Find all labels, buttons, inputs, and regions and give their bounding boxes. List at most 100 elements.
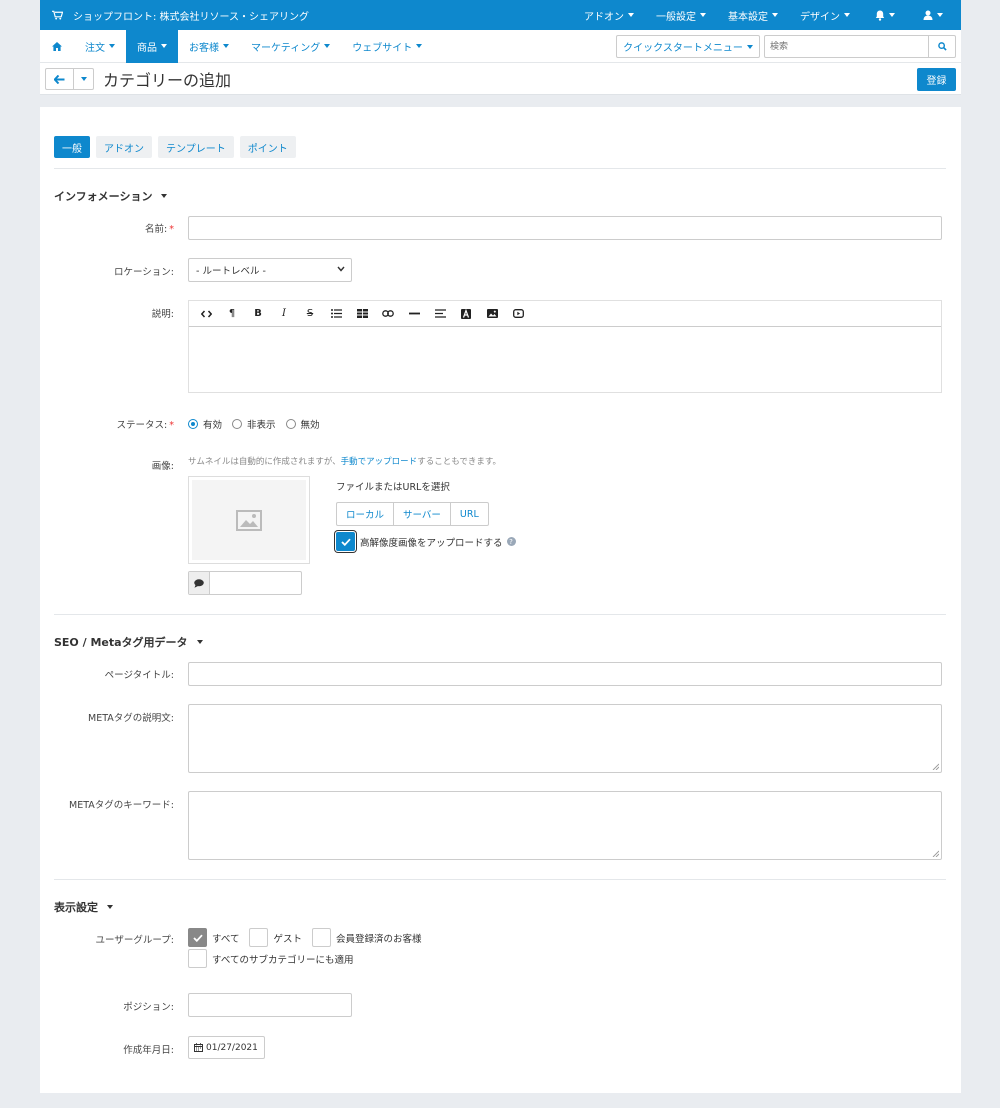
tab-points[interactable]: ポイント [239, 136, 296, 158]
usergroup-guest-checkbox[interactable] [249, 928, 269, 947]
meta-keywords-label: METAタグのキーワード: [69, 800, 174, 811]
status-disabled-option[interactable]: 無効 [285, 417, 320, 431]
font-color-icon [461, 308, 471, 319]
nav-customers[interactable]: お客様 [178, 30, 240, 63]
page-title-input[interactable] [188, 662, 942, 686]
save-button[interactable]: 登録 [917, 68, 956, 91]
location-select[interactable]: - ルートレベル - [188, 258, 352, 282]
status-radio-group: 有効 非表示 無効 [188, 417, 330, 431]
align-left-icon [434, 309, 446, 318]
nav-products[interactable]: 商品 [126, 29, 178, 63]
insert-image-button[interactable] [479, 304, 505, 324]
table-icon [356, 309, 368, 318]
caret-down-icon [889, 13, 895, 17]
store-link[interactable]: ショップフロント: 株式会社リソース・シェアリング [40, 8, 309, 23]
divider [54, 168, 946, 169]
manual-upload-link[interactable]: 手動でアップロード [341, 457, 418, 467]
usergroup-all-option[interactable]: すべて [188, 928, 239, 947]
apply-subcategories-option[interactable]: すべてのサブカテゴリーにも適用 [188, 949, 353, 968]
search-icon [937, 42, 947, 51]
caret-down-icon [196, 640, 203, 644]
usergroup-guest-option[interactable]: ゲスト [249, 928, 302, 947]
status-active-option[interactable]: 有効 [188, 417, 222, 431]
main-nav: 注文 商品 お客様 マーケティング ウェブサイト クイックスタートメニュー [40, 29, 961, 63]
paragraph-icon: ¶ [228, 308, 236, 319]
caret-down-icon [109, 44, 115, 48]
nav-website[interactable]: ウェブサイト [341, 30, 433, 63]
notifications-button[interactable] [861, 0, 909, 30]
position-input[interactable] [188, 993, 352, 1017]
caret-down-icon [161, 44, 167, 48]
arrow-left-icon [54, 74, 65, 84]
section-toggle-seo[interactable]: SEO / Metaタグ用データ [54, 634, 203, 650]
radio-button[interactable] [285, 419, 296, 429]
name-input[interactable] [188, 216, 942, 240]
local-file-button[interactable]: ローカル [337, 503, 395, 525]
hires-upload-option: 高解像度画像をアップロードする ? [336, 532, 516, 551]
paragraph-button[interactable]: ¶ [219, 304, 245, 324]
help-icon[interactable]: ? [506, 537, 516, 546]
radio-button[interactable] [232, 419, 243, 429]
font-color-button[interactable] [453, 304, 479, 324]
horizontal-rule-button[interactable] [401, 304, 427, 324]
usergroup-registered-option[interactable]: 会員登録済のお客様 [311, 928, 422, 947]
align-button[interactable] [427, 304, 453, 324]
resize-handle-icon[interactable] [932, 850, 939, 857]
strikethrough-button[interactable]: S [297, 304, 323, 324]
nav-home[interactable] [40, 30, 74, 63]
link-button[interactable] [375, 304, 401, 324]
check-icon [340, 538, 351, 546]
resize-handle-icon[interactable] [932, 763, 939, 770]
radio-button[interactable] [188, 419, 198, 429]
server-file-button[interactable]: サーバー [394, 503, 451, 525]
description-textarea[interactable] [189, 327, 941, 392]
usergroup-label: ユーザーグループ: [95, 935, 174, 946]
menu-addons[interactable]: アドオン [573, 0, 645, 30]
search-button[interactable] [928, 36, 955, 57]
file-source-buttons: ローカル サーバー URL [336, 502, 489, 526]
usergroup-registered-checkbox[interactable] [311, 928, 331, 947]
calendar-icon[interactable] [194, 1043, 203, 1052]
description-label: 説明: [151, 309, 174, 320]
meta-description-label: METAタグの説明文: [88, 713, 174, 724]
nav-marketing[interactable]: マーケティング [240, 30, 341, 63]
comment-icon [194, 578, 204, 588]
back-button[interactable] [45, 68, 74, 90]
apply-subcategories-checkbox[interactable] [188, 949, 207, 968]
status-hidden-option[interactable]: 非表示 [232, 417, 276, 431]
quickstart-menu-button[interactable]: クイックスタートメニュー [616, 35, 760, 58]
meta-description-textarea[interactable] [188, 704, 942, 773]
tab-templates[interactable]: テンプレート [158, 136, 234, 158]
usergroup-all-checkbox[interactable] [188, 928, 207, 947]
code-view-button[interactable] [193, 304, 219, 324]
created-date-input[interactable]: 01/27/2021 [188, 1036, 265, 1059]
nav-orders[interactable]: 注文 [74, 30, 126, 63]
bold-button[interactable]: B [245, 304, 271, 324]
meta-keywords-textarea[interactable] [188, 791, 942, 860]
divider [54, 879, 946, 880]
location-label: ロケーション: [113, 267, 174, 278]
tab-addons[interactable]: アドオン [96, 136, 152, 158]
link-icon [382, 310, 394, 317]
caret-down-icon [161, 194, 168, 198]
image-alt-input[interactable] [188, 571, 302, 595]
video-icon [512, 309, 524, 318]
section-toggle-display[interactable]: 表示設定 [54, 899, 113, 915]
menu-basic-settings[interactable]: 基本設定 [717, 0, 789, 30]
user-menu-button[interactable] [909, 0, 961, 30]
usergroup-options: すべて ゲスト 会員登録済のお客様 [188, 928, 428, 947]
menu-design[interactable]: デザイン [789, 0, 861, 30]
insert-video-button[interactable] [505, 304, 531, 324]
back-dropdown-button[interactable] [74, 68, 94, 90]
italic-button[interactable]: I [271, 304, 297, 324]
url-file-button[interactable]: URL [451, 503, 488, 525]
hires-checkbox[interactable] [336, 532, 355, 551]
tab-bar: 一般 アドオン テンプレート ポイント [54, 136, 302, 158]
menu-general-settings[interactable]: 一般設定 [645, 0, 717, 30]
unordered-list-button[interactable] [323, 304, 349, 324]
table-button[interactable] [349, 304, 375, 324]
tab-general[interactable]: 一般 [54, 136, 90, 158]
caret-down-icon [416, 44, 423, 48]
section-toggle-information[interactable]: インフォメーション [54, 188, 168, 204]
search-input[interactable] [765, 36, 928, 57]
